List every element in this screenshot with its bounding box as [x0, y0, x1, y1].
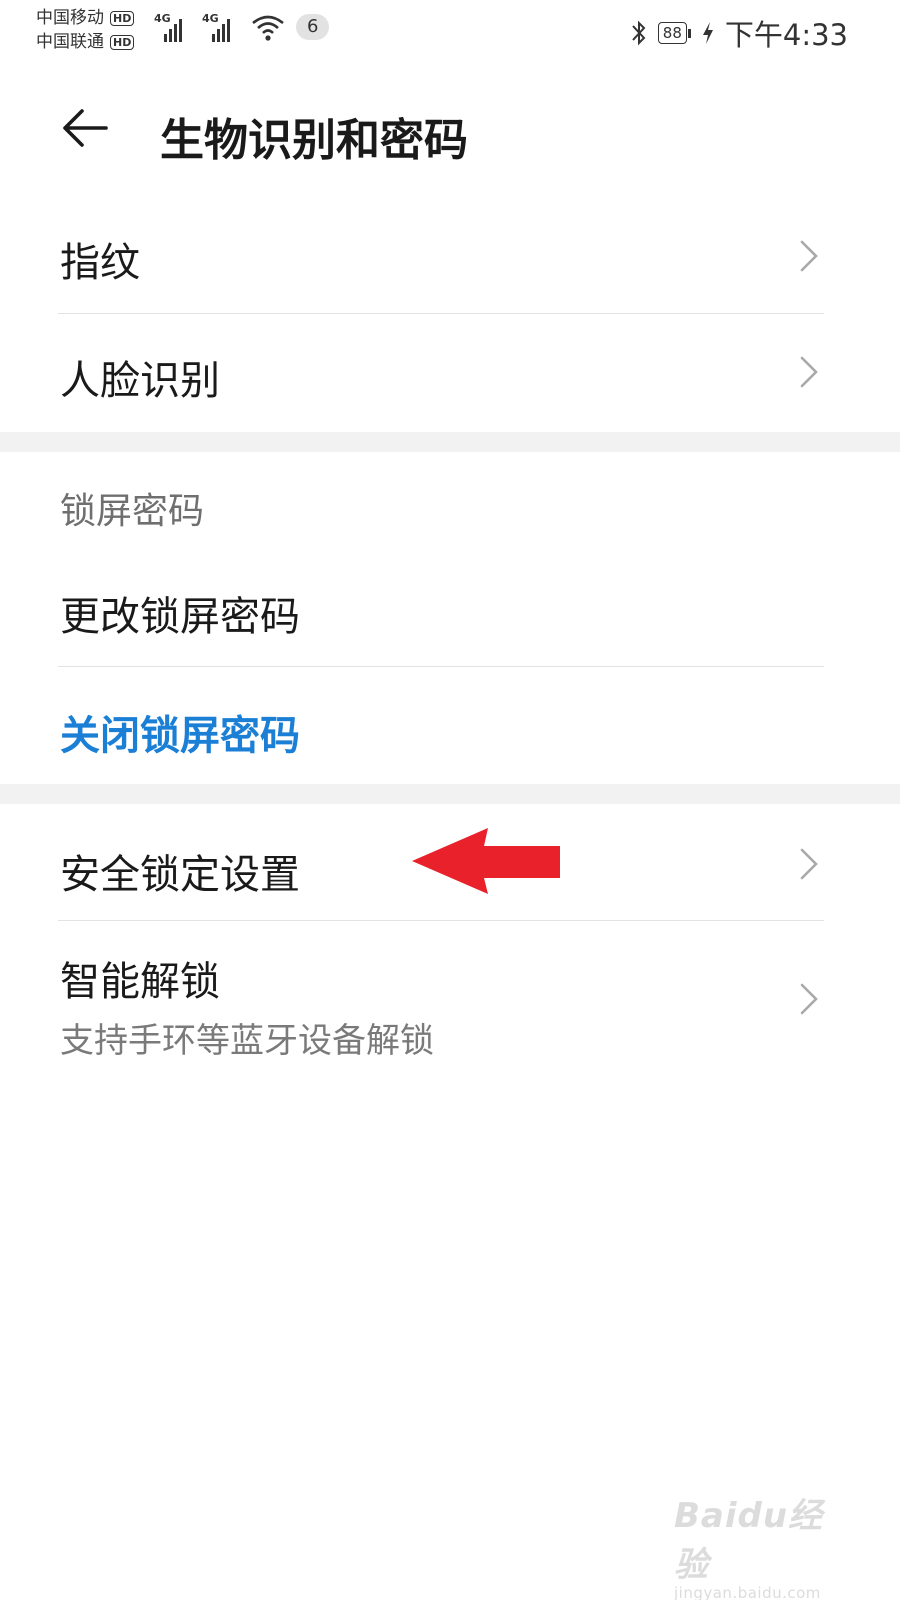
baidu-jingyan-watermark: Baidu经验 jingyan.baidu.com [674, 1488, 844, 1600]
battery-level: 88 [657, 22, 687, 44]
back-arrow-icon[interactable] [60, 102, 112, 154]
change-lock-password-row[interactable]: 更改锁屏密码 [0, 550, 900, 666]
hd-badge: HD [110, 34, 135, 50]
smart-unlock-description: 支持手环等蓝牙设备解锁 [60, 1021, 434, 1061]
chevron-right-icon [800, 848, 818, 880]
signal-indicators: 4G 4G 6 [154, 12, 330, 42]
disable-lock-password-label: 关闭锁屏密码 [60, 713, 300, 759]
face-recognition-label: 人脸识别 [60, 358, 220, 404]
hd-badge: HD [110, 10, 135, 26]
change-lock-password-label: 更改锁屏密码 [60, 594, 300, 640]
security-lock-settings-label: 安全锁定设置 [60, 852, 300, 898]
page-header: 生物识别和密码 [0, 78, 900, 178]
chevron-right-icon [800, 356, 818, 388]
fingerprint-label: 指纹 [60, 240, 140, 286]
carrier-2-name: 中国联通 [36, 32, 104, 52]
chevron-right-icon [800, 240, 818, 272]
status-right: 88 下午4:33 [630, 12, 848, 54]
section-gap [0, 432, 900, 452]
battery-icon: 88 [657, 22, 691, 44]
notification-count-badge: 6 [296, 14, 330, 40]
fingerprint-row[interactable]: 指纹 [0, 200, 900, 312]
status-bar: 中国移动 HD 中国联通 HD 4G 4G 6 88 下午4:33 [0, 0, 900, 60]
section-title-lock-screen: 锁屏密码 [60, 491, 205, 532]
disable-lock-password-row[interactable]: 关闭锁屏密码 [0, 667, 900, 783]
watermark-url: jingyan.baidu.com [674, 1584, 821, 1600]
smart-unlock-label: 智能解锁 [60, 959, 220, 1005]
chevron-right-icon [800, 983, 818, 1015]
signal-2-icon: 4G [202, 12, 240, 42]
clock: 下午4:33 [724, 18, 848, 52]
watermark-logo: Baidu经验 [674, 1496, 824, 1585]
carrier-info: 中国移动 HD 中国联通 HD [36, 6, 135, 54]
signal-1-icon: 4G [154, 12, 192, 42]
page-title: 生物识别和密码 [160, 115, 468, 166]
smart-unlock-row[interactable]: 智能解锁 支持手环等蓝牙设备解锁 [0, 921, 900, 1081]
charging-icon [702, 22, 713, 44]
red-pointer-arrow [412, 828, 560, 894]
bluetooth-icon [632, 20, 646, 46]
carrier-1-name: 中国移动 [36, 8, 104, 28]
face-recognition-row[interactable]: 人脸识别 [0, 314, 900, 430]
section-gap [0, 784, 900, 804]
wifi-icon [252, 15, 284, 41]
